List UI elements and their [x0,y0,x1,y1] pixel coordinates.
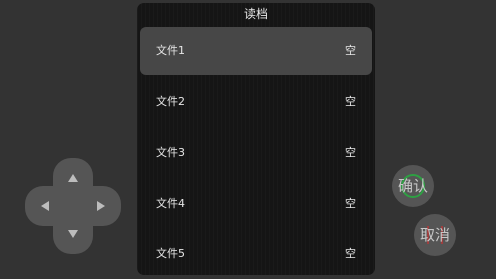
confirm-button[interactable]: 确认 [392,165,434,207]
dialog-title: 读档 [243,7,268,21]
slot-name: 文件5 [156,247,185,260]
slot-name: 文件2 [156,95,185,108]
slot-state: 空 [345,247,356,260]
confirm-label: 确认 [397,177,428,195]
load-dialog: 读档 文件1 空 文件2 空 文件3 空 文件4 空 文件5 空 [137,3,375,275]
arrow-right-icon[interactable] [97,201,105,211]
slot-name: 文件4 [156,197,185,210]
save-slot-5[interactable]: 文件5 空 [140,230,372,278]
slot-name: 文件3 [156,146,185,159]
save-slot-2[interactable]: 文件2 空 [140,78,372,126]
save-slot-4[interactable]: 文件4 空 [140,180,372,228]
slot-state: 空 [345,197,356,210]
arrow-left-icon[interactable] [41,201,49,211]
cancel-label: 取消 [419,226,450,244]
slot-state: 空 [345,95,356,108]
dpad-horizontal-arm [25,186,121,226]
arrow-down-icon[interactable] [68,230,78,238]
cancel-button[interactable]: 取消 [414,214,456,256]
save-slot-1[interactable]: 文件1 空 [140,27,372,75]
arrow-up-icon[interactable] [68,174,78,182]
slot-state: 空 [345,44,356,57]
save-slot-3[interactable]: 文件3 空 [140,129,372,177]
slot-state: 空 [345,146,356,159]
dpad[interactable] [25,158,121,254]
slot-name: 文件1 [156,44,185,57]
